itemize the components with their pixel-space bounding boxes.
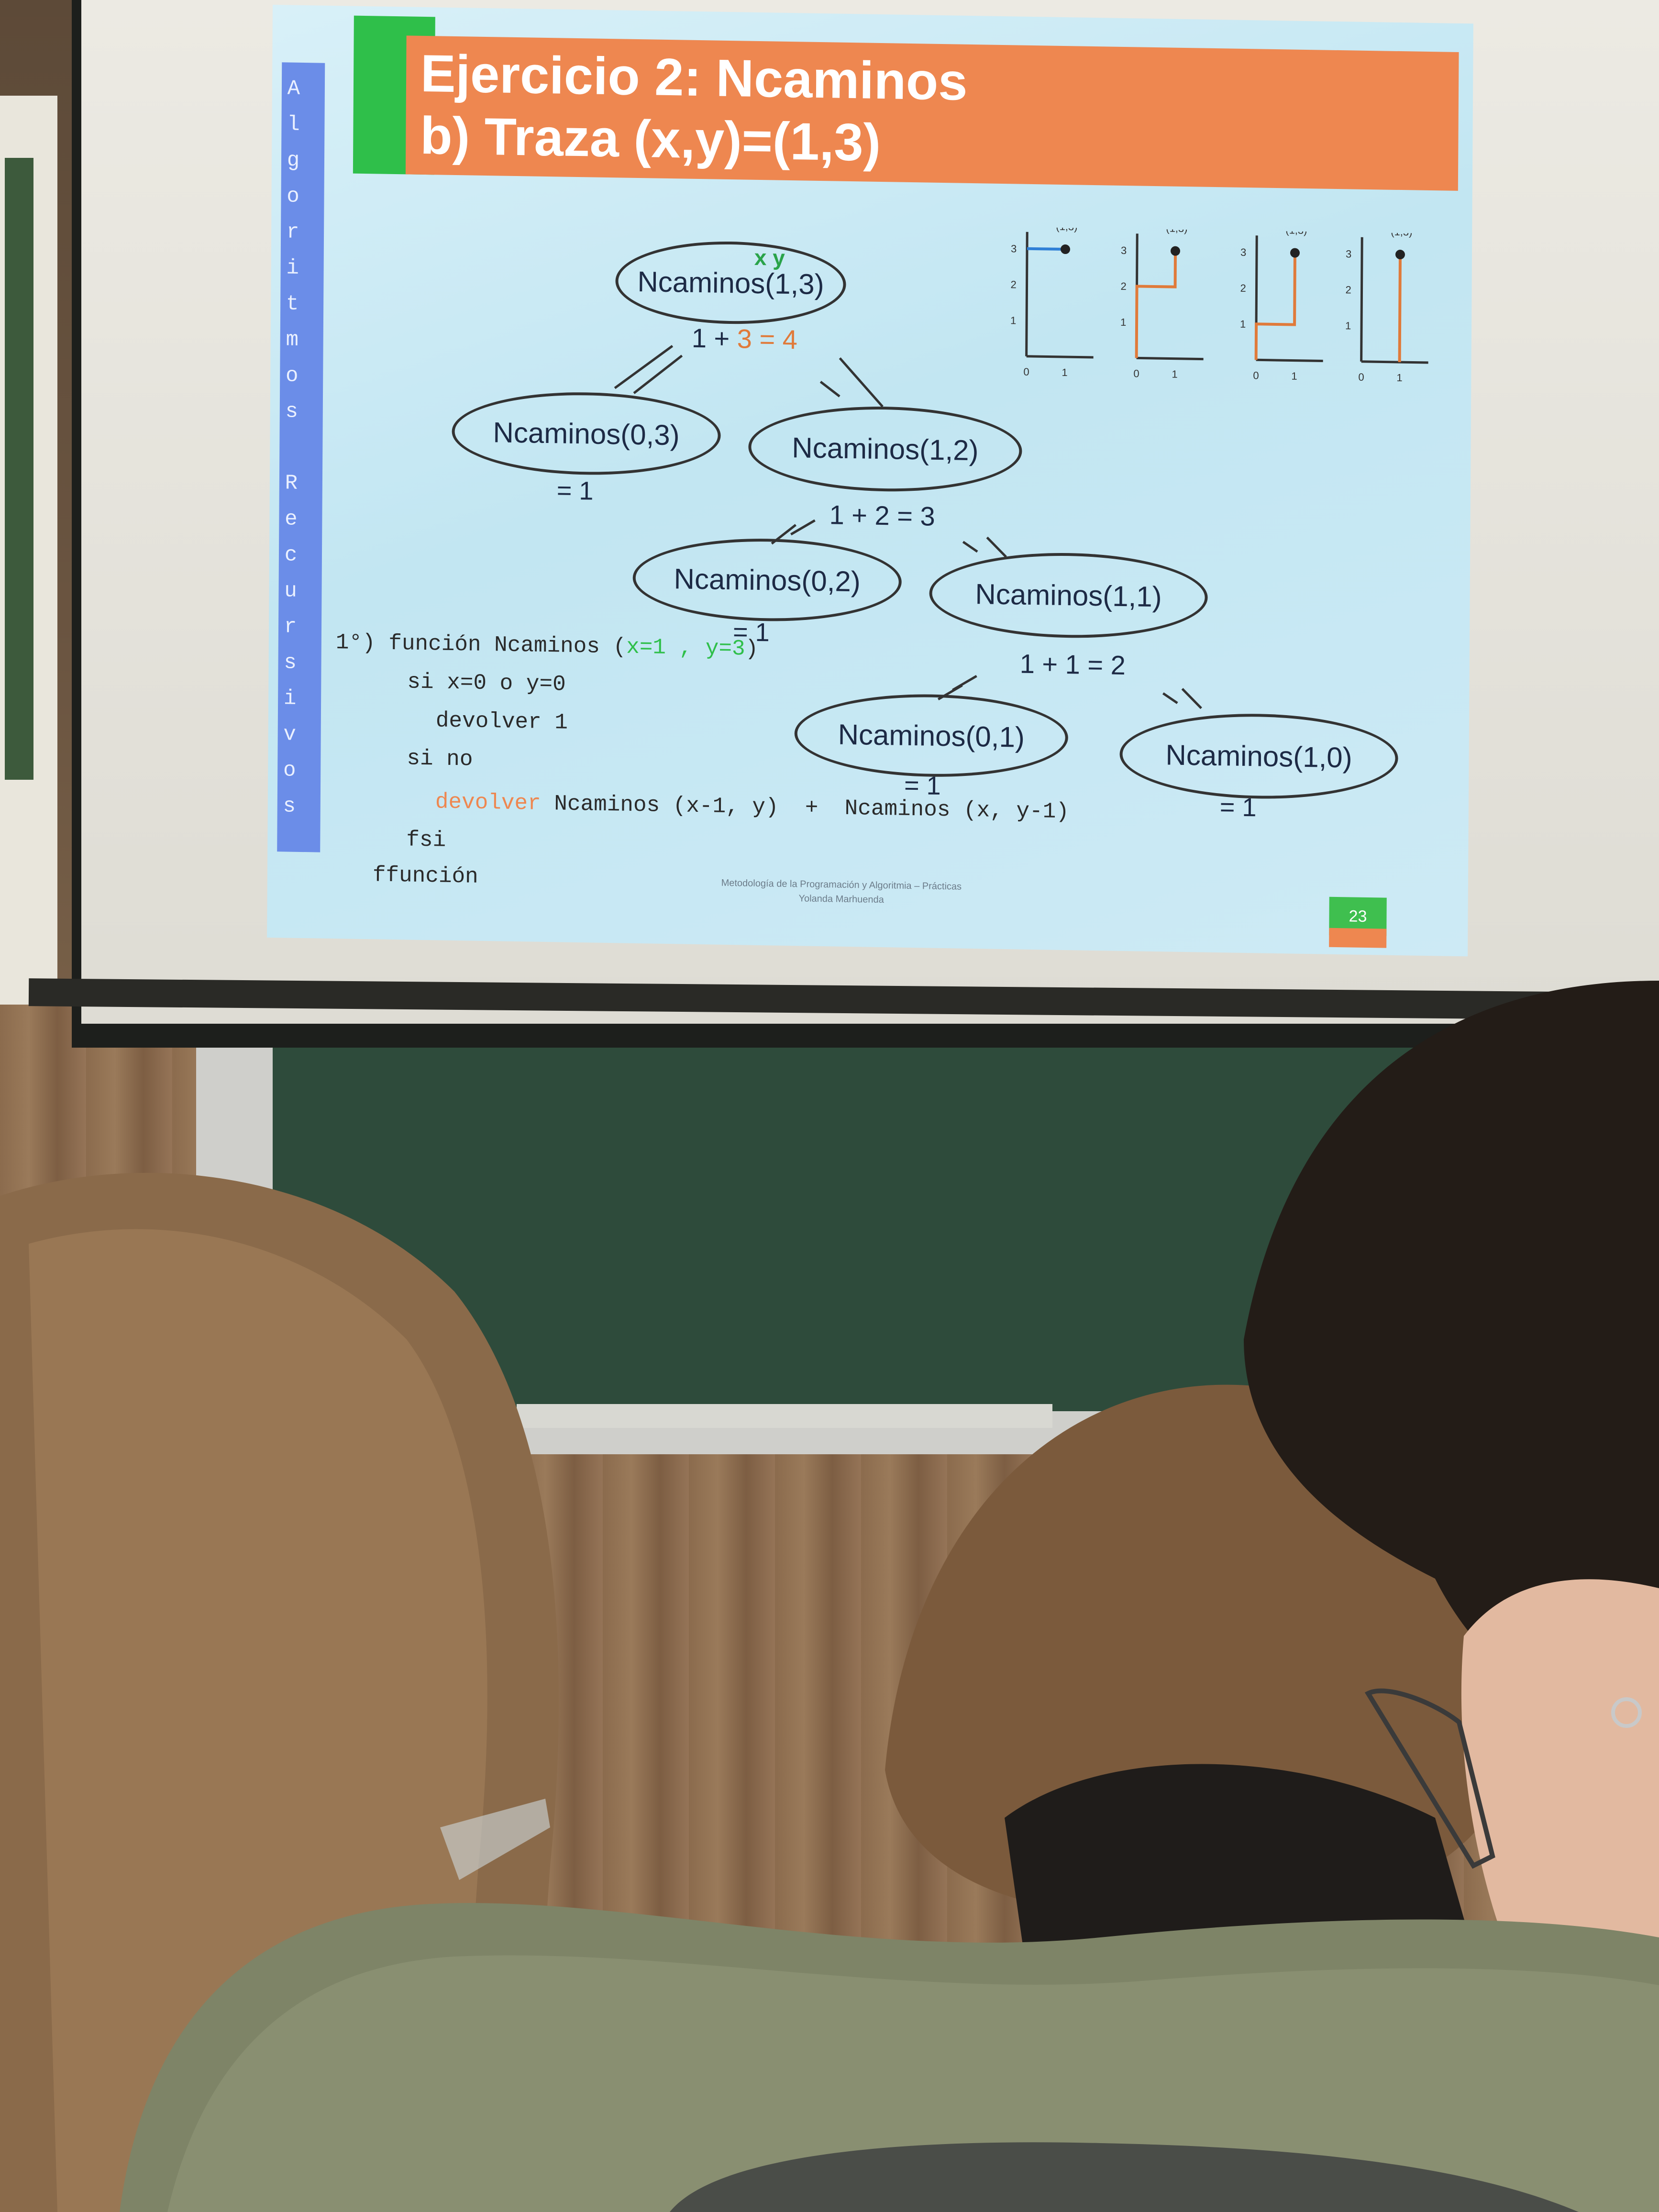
audience-foreground: [0, 981, 1659, 2212]
right-person-face: [1461, 1579, 1659, 1971]
